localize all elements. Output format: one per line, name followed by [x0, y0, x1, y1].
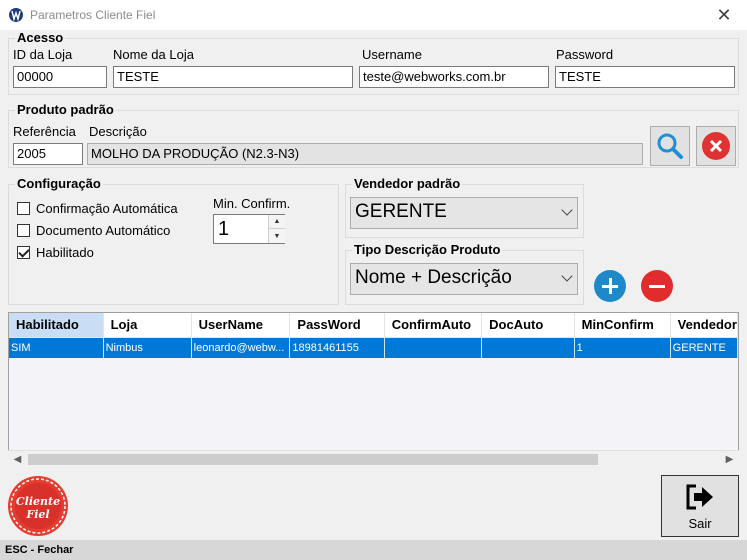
column-header-docauto[interactable]: DocAuto: [481, 313, 575, 338]
cliente-fiel-logo: Cliente Fiel: [8, 476, 68, 536]
vendedor-select[interactable]: GERENTE: [350, 197, 578, 229]
sair-button[interactable]: Sair: [661, 475, 739, 537]
window-title: Parametros Cliente Fiel: [30, 8, 156, 22]
chevron-down-icon: [561, 270, 573, 282]
nome-loja-label: Nome da Loja: [113, 47, 194, 62]
tipo-descricao-selected: Nome + Descrição: [355, 267, 512, 288]
table-cell[interactable]: [384, 337, 483, 358]
scroll-right-icon[interactable]: ▶: [721, 451, 738, 468]
grid-header-row: Habilitado Loja UserName PassWord Confir…: [9, 313, 738, 338]
chevron-down-icon: [561, 204, 573, 216]
confirmacao-automatica-label: Confirmação Automática: [36, 201, 178, 216]
exit-icon: [686, 484, 713, 510]
scroll-left-icon[interactable]: ◀: [9, 451, 26, 468]
scrollbar-thumb[interactable]: [28, 454, 598, 465]
column-header-loja[interactable]: Loja: [103, 313, 192, 338]
parametros-grid[interactable]: Habilitado Loja UserName PassWord Confir…: [8, 312, 739, 468]
password-field[interactable]: TESTE: [555, 66, 735, 88]
stepper-down-icon[interactable]: ▼: [269, 229, 285, 243]
documento-automatico-label: Documento Automático: [36, 223, 171, 238]
horizontal-scrollbar[interactable]: ◀ ▶: [8, 450, 739, 468]
stepper-up-icon[interactable]: ▲: [269, 215, 285, 229]
status-text: ESC - Fechar: [5, 544, 74, 556]
logo-text-line2: Fiel: [25, 508, 49, 521]
vendedor-legend: Vendedor padrão: [352, 176, 463, 191]
descricao-field: MOLHO DA PRODUÇÃO (N2.3-N3): [87, 143, 643, 165]
table-cell[interactable]: 18981461155: [289, 337, 385, 358]
documento-automatico-checkbox[interactable]: Documento Automático: [17, 223, 170, 238]
table-row[interactable]: SIM Nimbus leonardo@webw... 18981461155 …: [9, 337, 738, 358]
min-confirm-label: Min. Confirm.: [213, 196, 291, 211]
column-header-username[interactable]: UserName: [191, 313, 291, 338]
table-cell[interactable]: 1: [574, 337, 671, 358]
column-header-password[interactable]: PassWord: [289, 313, 385, 338]
password-label: Password: [556, 47, 614, 62]
confirmacao-automatica-checkbox[interactable]: Confirmação Automática: [17, 201, 178, 216]
clear-product-button[interactable]: [696, 126, 736, 166]
username-field[interactable]: teste@webworks.com.br: [359, 66, 549, 88]
close-circle-icon: [702, 132, 730, 160]
search-icon: [657, 133, 683, 159]
nome-loja-field[interactable]: TESTE: [113, 66, 353, 88]
tipo-descricao-legend: Tipo Descrição Produto: [352, 242, 503, 257]
checkbox-box[interactable]: [17, 202, 30, 215]
minus-circle-icon: [641, 270, 673, 302]
column-header-confirmauto[interactable]: ConfirmAuto: [384, 313, 483, 338]
plus-circle-icon: [594, 270, 626, 302]
produto-legend: Produto padrão: [15, 102, 116, 117]
checkbox-box[interactable]: [17, 224, 30, 237]
column-header-habilitado[interactable]: Habilitado: [9, 313, 104, 338]
grid-table: Habilitado Loja UserName PassWord Confir…: [9, 313, 738, 358]
id-loja-field[interactable]: 00000: [13, 66, 107, 88]
acesso-legend: Acesso: [15, 30, 66, 45]
search-product-button[interactable]: [650, 126, 690, 166]
column-header-vendedor[interactable]: Vendedor: [670, 313, 738, 338]
close-window-button[interactable]: ✕: [701, 0, 747, 30]
logo-text-line1: Cliente: [16, 495, 60, 508]
referencia-label: Referência: [13, 124, 76, 139]
table-cell[interactable]: [481, 337, 575, 358]
app-icon: [9, 8, 23, 22]
status-bar: ESC - Fechar: [0, 540, 747, 560]
habilitado-checkbox[interactable]: Habilitado: [17, 245, 94, 260]
title-bar: Parametros Cliente Fiel ✕: [0, 0, 747, 30]
id-loja-label: ID da Loja: [13, 47, 73, 62]
add-button[interactable]: [590, 266, 630, 306]
table-cell[interactable]: SIM: [9, 337, 104, 358]
referencia-field[interactable]: 2005: [13, 143, 83, 165]
username-label: Username: [362, 47, 422, 62]
configuracao-legend: Configuração: [15, 176, 103, 191]
descricao-label: Descrição: [89, 124, 147, 139]
table-cell[interactable]: leonardo@webw...: [191, 337, 291, 358]
table-cell[interactable]: Nimbus: [103, 337, 192, 358]
remove-button[interactable]: [637, 266, 677, 306]
checkbox-box-checked[interactable]: [17, 246, 30, 259]
habilitado-label: Habilitado: [36, 245, 94, 260]
sair-label: Sair: [688, 516, 712, 531]
vendedor-selected: GERENTE: [355, 201, 447, 222]
column-header-minconfirm[interactable]: MinConfirm: [574, 313, 671, 338]
table-cell[interactable]: GERENTE: [670, 337, 738, 358]
tipo-descricao-select[interactable]: Nome + Descrição: [350, 263, 578, 295]
window-body: Acesso ID da Loja 00000 Nome da Loja TES…: [0, 30, 747, 540]
min-confirm-value[interactable]: 1: [218, 218, 229, 241]
min-confirm-stepper[interactable]: 1 ▲ ▼: [213, 214, 285, 244]
